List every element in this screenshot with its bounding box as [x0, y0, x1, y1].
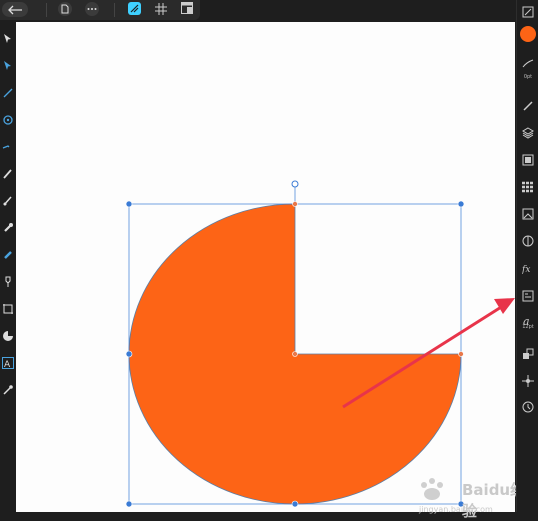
constraints-icon[interactable] — [522, 372, 534, 387]
image-icon[interactable] — [522, 205, 534, 220]
move-tool-icon[interactable] — [2, 30, 14, 43]
corner-tool-icon[interactable] — [2, 84, 14, 98]
transform-icon[interactable] — [522, 3, 534, 18]
designer-persona-icon[interactable] — [128, 2, 141, 15]
pie-shape-tool-icon[interactable] — [2, 327, 14, 341]
character-icon[interactable]: a — [522, 312, 534, 328]
toolbar-divider — [46, 3, 47, 17]
pie-start-handle[interactable] — [292, 201, 298, 207]
pie-end-handle[interactable] — [458, 351, 464, 357]
document-icon[interactable] — [58, 2, 72, 16]
crop-tool-icon[interactable] — [2, 246, 14, 259]
watermark: Baidu经验 jingyan.baidu.com — [414, 477, 529, 520]
stroke-width-label: 0pt — [523, 74, 533, 80]
resize-handle-bottom-left[interactable] — [125, 500, 133, 508]
watermark-url: jingyan.baidu.com — [419, 505, 493, 514]
rotation-handle[interactable] — [291, 180, 299, 188]
fx-icon[interactable]: fx — [521, 259, 534, 275]
resize-handle-left[interactable] — [125, 350, 133, 358]
color-picker-tool-icon[interactable] — [2, 381, 14, 395]
history-icon[interactable] — [522, 398, 534, 413]
top-toolbar — [0, 0, 200, 20]
fill-tool-icon[interactable] — [2, 192, 14, 206]
back-arrow-icon[interactable] — [2, 2, 28, 17]
resize-handle-top-right[interactable] — [457, 200, 465, 208]
pencil-tool-icon[interactable] — [2, 138, 14, 150]
grid-icon[interactable] — [154, 2, 168, 16]
resize-handle-top-left[interactable] — [125, 200, 133, 208]
layers-icon[interactable] — [522, 124, 534, 139]
quick-fx-icon[interactable] — [522, 345, 534, 359]
brush-icon[interactable] — [522, 97, 534, 111]
tools-panel: A — [0, 22, 16, 512]
fill-color-well[interactable] — [520, 26, 536, 42]
text-tool-icon[interactable]: A — [2, 354, 14, 370]
studio-panel: 0pt fx a 12pt — [516, 0, 538, 512]
stroke-icon[interactable] — [522, 55, 534, 68]
view-mode-icon[interactable] — [181, 2, 193, 14]
more-dots-icon[interactable] — [85, 2, 99, 16]
canvas-drawing — [125, 180, 515, 508]
text-style-icon[interactable] — [522, 287, 534, 302]
svg-text:A: A — [4, 360, 11, 369]
swatches-icon[interactable] — [522, 178, 534, 193]
stock-icon[interactable] — [522, 151, 534, 166]
canvas[interactable]: Baidu经验 jingyan.baidu.com — [16, 22, 525, 520]
vector-brush-tool-icon[interactable] — [2, 165, 14, 179]
adjustments-icon[interactable] — [522, 232, 534, 247]
svg-text:fx: fx — [522, 265, 530, 274]
toolbar-divider — [114, 3, 115, 17]
transparency-tool-icon[interactable] — [2, 219, 14, 232]
font-size-label: 12pt — [522, 324, 534, 330]
resize-handle-bottom[interactable] — [291, 500, 299, 508]
shape-tool-icon[interactable] — [2, 273, 14, 287]
pen-tool-icon[interactable] — [2, 111, 14, 125]
artboard-tool-icon[interactable] — [2, 300, 14, 314]
node-tool-icon[interactable] — [2, 57, 14, 70]
pie-center-handle[interactable] — [292, 351, 298, 357]
baidu-paw-logo-icon — [421, 478, 443, 500]
